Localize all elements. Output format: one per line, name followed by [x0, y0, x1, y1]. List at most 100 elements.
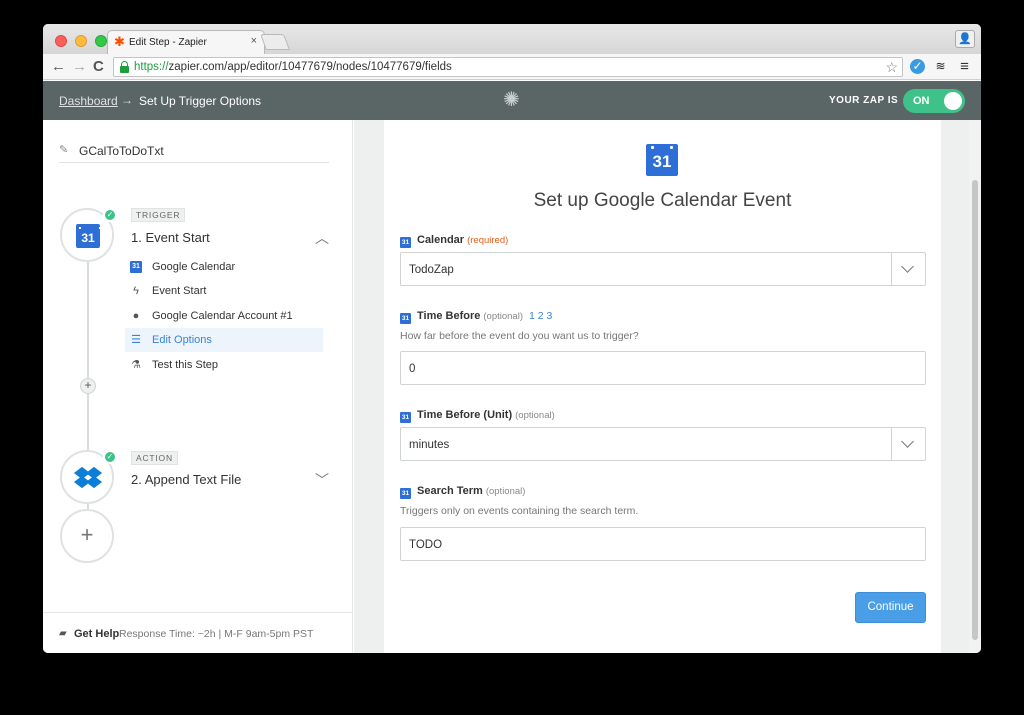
- zapier-logo-icon[interactable]: ✺: [503, 90, 520, 110]
- required-tag: (required): [467, 235, 509, 246]
- substep-event-start[interactable]: ϟ Event Start: [125, 279, 323, 303]
- flask-icon: ⚗: [131, 359, 141, 371]
- scrollbar[interactable]: [969, 120, 981, 653]
- extension-icon[interactable]: ✓: [910, 59, 925, 74]
- check-icon: ✓: [103, 208, 117, 222]
- chevron-down-icon[interactable]: ﹀: [315, 470, 329, 490]
- substep-account[interactable]: ● Google Calendar Account #1: [125, 304, 323, 328]
- breadcrumb-current: Set Up Trigger Options: [139, 94, 262, 108]
- form-card: 31 Set up Google Calendar Event 31 Calend…: [384, 120, 941, 653]
- search-term-input[interactable]: TODO: [400, 527, 926, 561]
- search-term-label: 31 Search Term (optional): [400, 485, 526, 499]
- time-unit-label: 31 Time Before (Unit) (optional): [400, 409, 555, 423]
- zapier-favicon-icon: ✱: [114, 34, 125, 49]
- timeline-line: [87, 394, 89, 452]
- close-window-button[interactable]: [55, 35, 67, 47]
- time-before-input[interactable]: 0: [400, 351, 926, 385]
- lightning-icon: ϟ: [133, 285, 139, 297]
- zap-name-row[interactable]: ✎ GCalToToDoTxt: [59, 143, 329, 163]
- calendar-label: 31 Calendar (required): [400, 234, 509, 248]
- pencil-icon: ✎: [59, 144, 69, 156]
- calendar-icon-number: 31: [652, 152, 672, 171]
- forward-icon[interactable]: →: [72, 58, 87, 76]
- substep-label: Edit Options: [152, 334, 212, 346]
- browser-toolbar: ← → C https://zapier.com/app/editor/1047…: [43, 54, 981, 80]
- browser-tab[interactable]: ✱ Edit Step - Zapier ×: [107, 30, 265, 54]
- substep-google-calendar[interactable]: 31 Google Calendar: [125, 255, 323, 279]
- minimize-window-button[interactable]: [75, 35, 87, 47]
- substep-label: Test this Step: [152, 359, 219, 371]
- trigger-step-title[interactable]: 1. Event Start: [131, 230, 210, 245]
- bookmark-star-icon[interactable]: ☆: [885, 59, 898, 76]
- chevron-down-icon[interactable]: [891, 428, 925, 460]
- substep-label: Google Calendar Account #1: [152, 310, 293, 322]
- dropbox-icon: [73, 466, 103, 489]
- add-step-between-button[interactable]: +: [80, 378, 96, 394]
- search-term-value: TODO: [409, 539, 443, 551]
- address-bar[interactable]: https://zapier.com/app/editor/10477679/n…: [113, 57, 903, 77]
- scrollbar-thumb[interactable]: [972, 180, 978, 640]
- google-calendar-icon: 31: [400, 237, 411, 248]
- trigger-tag: TRIGGER: [131, 208, 186, 222]
- chat-icon: ▰: [59, 628, 67, 639]
- breadcrumb-arrow: →: [121, 93, 133, 107]
- sample-values-link[interactable]: 1 2 3: [529, 310, 552, 322]
- optional-tag: (optional): [515, 410, 555, 421]
- browser-window: ✱ Edit Step - Zapier × 👤 ← → C https://z…: [43, 24, 981, 653]
- time-before-help: How far before the event do you want us …: [400, 330, 639, 342]
- add-step-button[interactable]: +: [60, 509, 114, 563]
- check-icon: ✓: [103, 450, 117, 464]
- action-step-title[interactable]: 2. Append Text File: [131, 472, 241, 487]
- profile-icon[interactable]: 👤: [955, 30, 975, 48]
- main-panel: 31 Set up Google Calendar Event 31 Calend…: [354, 120, 981, 653]
- app-header: Dashboard → Set Up Trigger Options ✺ YOU…: [43, 81, 981, 120]
- tab-close-icon[interactable]: ×: [251, 35, 257, 47]
- continue-button[interactable]: Continue: [855, 592, 926, 623]
- action-tag: ACTION: [131, 451, 178, 465]
- title-bar: ✱ Edit Step - Zapier × 👤: [43, 24, 981, 54]
- substep-label: Google Calendar: [152, 261, 236, 273]
- time-before-label: 31 Time Before (optional) 1 2 3: [400, 310, 553, 324]
- back-icon[interactable]: ←: [51, 58, 66, 76]
- zap-on-toggle[interactable]: ON: [903, 89, 965, 113]
- user-icon: ●: [132, 310, 140, 322]
- maximize-window-button[interactable]: [95, 35, 107, 47]
- chevron-up-icon[interactable]: ︿: [315, 228, 329, 248]
- menu-icon[interactable]: ≡: [957, 59, 972, 74]
- lock-icon: [120, 61, 129, 73]
- google-calendar-icon: 31: [400, 313, 411, 324]
- sidebar: ✎ GCalToToDoTxt 31 ✓ TRIGGER 1. Event St…: [43, 120, 353, 653]
- buffer-extension-icon[interactable]: ≋: [933, 59, 948, 74]
- tab-title: Edit Step - Zapier: [129, 37, 207, 48]
- toggle-label: ON: [913, 95, 930, 107]
- form-heading: Set up Google Calendar Event: [533, 190, 792, 211]
- optional-tag: (optional): [483, 311, 523, 322]
- timeline-line: [87, 262, 89, 380]
- substep-edit-options[interactable]: ☰ Edit Options: [125, 328, 323, 352]
- help-bar: ▰ Get Help Response Time: ~2h | M-F 9am-…: [43, 612, 352, 653]
- time-unit-select[interactable]: minutes: [400, 427, 926, 461]
- substep-label: Event Start: [152, 285, 207, 297]
- chevron-down-icon[interactable]: [891, 253, 925, 285]
- google-calendar-icon: 31: [400, 488, 411, 499]
- google-calendar-icon: 31: [400, 412, 411, 423]
- calendar-value: TodoZap: [409, 264, 454, 276]
- substep-test-step[interactable]: ⚗ Test this Step: [125, 353, 323, 377]
- calendar-select[interactable]: TodoZap: [400, 252, 926, 286]
- time-unit-value: minutes: [409, 439, 450, 451]
- get-help-link[interactable]: Get Help: [74, 628, 119, 640]
- google-calendar-icon: 31: [646, 144, 678, 176]
- search-term-help: Triggers only on events containing the s…: [400, 505, 639, 517]
- reload-icon[interactable]: C: [93, 58, 104, 76]
- dashboard-link[interactable]: Dashboard: [59, 94, 118, 108]
- list-icon: ☰: [131, 334, 141, 346]
- toggle-knob: [944, 92, 962, 110]
- google-calendar-icon: 31: [130, 261, 142, 273]
- zap-status-label: YOUR ZAP IS: [829, 95, 899, 106]
- response-time-text: Response Time: ~2h | M-F 9am-5pm PST: [119, 628, 314, 640]
- zap-name: GCalToToDoTxt: [79, 144, 164, 158]
- optional-tag: (optional): [485, 486, 526, 497]
- time-before-value: 0: [409, 363, 416, 375]
- url-text: https://zapier.com/app/editor/10477679/n…: [134, 61, 452, 73]
- new-tab-button[interactable]: [260, 34, 290, 50]
